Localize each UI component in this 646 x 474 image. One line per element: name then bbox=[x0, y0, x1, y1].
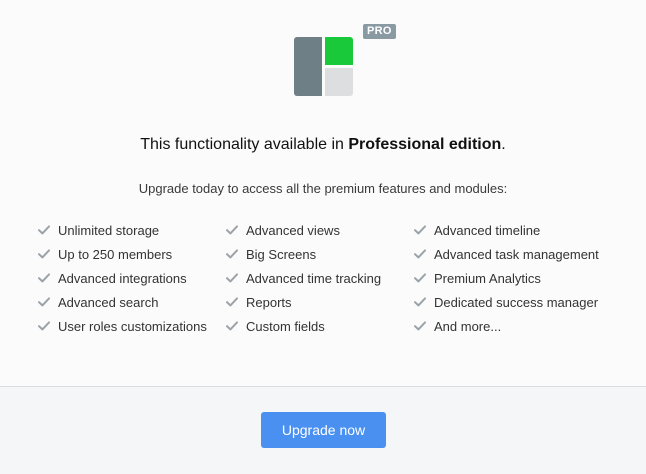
feature-item: Advanced views bbox=[226, 218, 414, 242]
check-icon bbox=[414, 273, 426, 283]
check-icon bbox=[38, 297, 50, 307]
feature-label: Advanced task management bbox=[434, 246, 599, 262]
feature-label: And more... bbox=[434, 318, 502, 334]
check-icon bbox=[414, 321, 426, 331]
logo-left-panel bbox=[294, 37, 322, 96]
feature-item: Unlimited storage bbox=[38, 218, 226, 242]
modal-footer: Upgrade now bbox=[0, 387, 646, 474]
upgrade-now-button[interactable]: Upgrade now bbox=[261, 412, 386, 448]
feature-label: Premium Analytics bbox=[434, 270, 541, 286]
feature-item: Premium Analytics bbox=[414, 266, 602, 290]
feature-label: Advanced search bbox=[58, 294, 159, 310]
feature-item: Advanced search bbox=[38, 290, 226, 314]
feature-item: Dedicated success manager bbox=[414, 290, 602, 314]
feature-label: Advanced integrations bbox=[58, 270, 187, 286]
logo-bottom-right-panel bbox=[325, 68, 353, 96]
feature-item: Advanced time tracking bbox=[226, 266, 414, 290]
check-icon bbox=[226, 225, 238, 235]
feature-label: Advanced time tracking bbox=[246, 270, 382, 286]
feature-column-2: Advanced views Big Screens Advanced time… bbox=[226, 218, 414, 338]
feature-item: Advanced timeline bbox=[414, 218, 602, 242]
feature-column-1: Unlimited storage Up to 250 members Adva… bbox=[38, 218, 226, 338]
logo-area: PRO bbox=[293, 24, 397, 98]
feature-label: Custom fields bbox=[246, 318, 325, 334]
feature-list: Unlimited storage Up to 250 members Adva… bbox=[38, 218, 618, 343]
check-icon bbox=[226, 249, 238, 259]
feature-label: Up to 250 members bbox=[58, 246, 173, 262]
check-icon bbox=[414, 249, 426, 259]
feature-item: And more... bbox=[414, 314, 602, 338]
check-icon bbox=[38, 273, 50, 283]
upgrade-modal: PRO This functionality available in Prof… bbox=[0, 0, 646, 474]
check-icon bbox=[414, 225, 426, 235]
feature-label: Unlimited storage bbox=[58, 222, 160, 238]
pro-badge: PRO bbox=[363, 24, 396, 39]
headline-suffix: . bbox=[501, 136, 506, 153]
feature-item: Advanced task management bbox=[414, 242, 602, 266]
check-icon bbox=[226, 321, 238, 331]
feature-label: Big Screens bbox=[246, 246, 317, 262]
check-icon bbox=[38, 321, 50, 331]
feature-item: Up to 250 members bbox=[38, 242, 226, 266]
feature-item: Big Screens bbox=[226, 242, 414, 266]
headline-prefix: This functionality available in bbox=[140, 136, 349, 153]
app-logo-icon bbox=[294, 37, 354, 97]
subline: Upgrade today to access all the premium … bbox=[138, 181, 508, 196]
feature-item: Reports bbox=[226, 290, 414, 314]
feature-item: User roles customizations bbox=[38, 314, 226, 338]
feature-label: Advanced timeline bbox=[434, 222, 541, 238]
headline-emphasis: Professional edition bbox=[348, 136, 502, 153]
feature-label: Dedicated success manager bbox=[434, 294, 599, 310]
logo-top-right-panel bbox=[325, 37, 353, 65]
feature-column-3: Advanced timeline Advanced task manageme… bbox=[414, 218, 602, 338]
upgrade-content: PRO This functionality available in Prof… bbox=[0, 0, 646, 387]
check-icon bbox=[414, 297, 426, 307]
feature-label: Reports bbox=[246, 294, 292, 310]
check-icon bbox=[226, 297, 238, 307]
feature-label: User roles customizations bbox=[58, 318, 207, 334]
headline: This functionality available in Professi… bbox=[0, 136, 646, 154]
check-icon bbox=[226, 273, 238, 283]
feature-item: Advanced integrations bbox=[38, 266, 226, 290]
feature-label: Advanced views bbox=[246, 222, 340, 238]
feature-item: Custom fields bbox=[226, 314, 414, 338]
check-icon bbox=[38, 225, 50, 235]
check-icon bbox=[38, 249, 50, 259]
